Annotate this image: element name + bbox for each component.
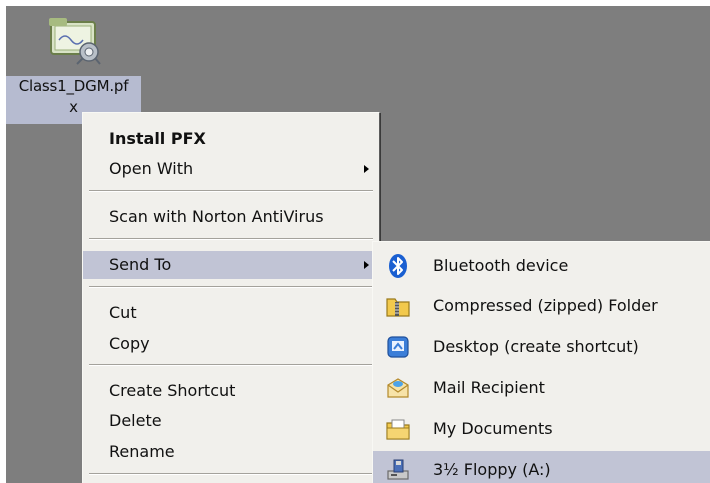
my-documents-icon [386,419,410,440]
menu-separator [89,238,373,240]
sendto-item-desktop[interactable]: Desktop (create shortcut) [373,328,710,366]
sendto-item-compressed-folder[interactable]: Compressed (zipped) Folder [373,287,710,325]
sendto-item-label: My Documents [433,419,553,438]
sendto-item-floppy[interactable]: 3½ Floppy (A:) [373,451,710,483]
sendto-item-label: Bluetooth device [433,256,569,275]
menu-item-label: Copy [109,334,150,353]
sendto-item-label: Mail Recipient [433,378,545,397]
menu-item-label: Open With [109,159,194,178]
menu-separator [89,286,373,288]
menu-item-label: Cut [109,303,137,322]
mail-envelope-icon [387,378,409,398]
menu-item-label: Delete [109,411,162,430]
submenu-arrow-icon [364,261,369,269]
menu-item-delete[interactable]: Delete [83,407,379,435]
menu-item-rename[interactable]: Rename [83,438,379,466]
desktop-file[interactable]: Class1_DGM.pf x [6,6,141,124]
menu-separator [89,473,373,475]
menu-item-label: Rename [109,442,175,461]
menu-item-create-shortcut[interactable]: Create Shortcut [83,377,379,405]
floppy-drive-icon [387,459,409,480]
sendto-item-label: 3½ Floppy (A:) [433,460,551,479]
zip-folder-icon [386,298,410,317]
desktop-shortcut-icon [387,336,409,358]
menu-item-label: Create Shortcut [109,381,236,400]
menu-separator [89,190,373,192]
context-menu: Install PFX Open With Scan with Norton A… [82,112,380,483]
sendto-item-label: Desktop (create shortcut) [433,337,639,356]
menu-item-scan-norton[interactable]: Scan with Norton AntiVirus [83,203,379,231]
sendto-item-label: Compressed (zipped) Folder [433,296,658,315]
menu-item-open-with[interactable]: Open With [83,155,379,183]
submenu-arrow-icon [364,165,369,173]
file-name-line1: Class1_DGM.pf [18,77,129,95]
menu-item-send-to[interactable]: Send To [83,251,379,279]
menu-item-label: Install PFX [109,129,206,148]
menu-item-label: Send To [109,255,172,274]
menu-item-cut[interactable]: Cut [83,299,379,327]
sendto-item-mail[interactable]: Mail Recipient [373,369,710,407]
send-to-submenu: Bluetooth device Compressed (zipped) Fol… [372,241,710,483]
menu-separator [89,364,373,366]
menu-item-label: Scan with Norton AntiVirus [109,207,324,226]
sendto-item-bluetooth[interactable]: Bluetooth device [373,247,710,285]
bluetooth-icon [389,254,407,278]
sendto-item-my-documents[interactable]: My Documents [373,410,710,448]
desktop-background: Class1_DGM.pf x Install PFX Open With Sc… [6,6,710,483]
menu-item-copy[interactable]: Copy [83,330,379,358]
certificate-file-icon [49,18,101,65]
menu-item-install-pfx[interactable]: Install PFX [83,125,379,153]
